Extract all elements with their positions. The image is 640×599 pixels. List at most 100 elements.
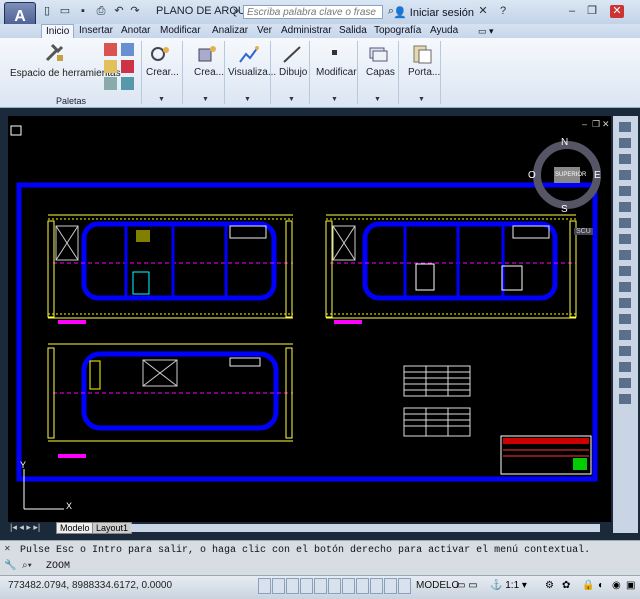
layers-button[interactable]: Capas <box>366 67 395 78</box>
clean-screen-icon[interactable]: ▣ <box>626 580 635 591</box>
hardware-acceleration-icon[interactable]: ◐ <box>598 580 604 591</box>
ortho-toggle[interactable] <box>286 578 299 594</box>
right-scroll-track[interactable] <box>613 418 638 522</box>
layout-nav-arrows[interactable]: |◂ ◂ ▸ ▸| <box>10 522 40 533</box>
lineweight-toggle[interactable] <box>370 578 383 594</box>
help-icon[interactable]: ? <box>496 5 510 18</box>
draw-button[interactable]: Dibujo <box>279 67 307 78</box>
create-block-button[interactable]: Crea... <box>194 67 224 78</box>
print-icon[interactable]: ⎙ <box>94 5 108 18</box>
create-block-icon[interactable] <box>196 44 218 64</box>
dyn-toggle[interactable] <box>356 578 369 594</box>
drawing-canvas[interactable]: Y X N S E O SUPERIOR SCU – ❐ ✕ <box>8 116 611 533</box>
canvas-close-icon[interactable]: ✕ <box>602 119 610 130</box>
create-dropdown-icon[interactable]: ▼ <box>158 96 165 103</box>
exchange-icon[interactable]: ✕ <box>476 5 490 18</box>
viewcube-south[interactable]: S <box>561 204 568 215</box>
polar-toggle[interactable] <box>300 578 313 594</box>
tab-administrar[interactable]: Administrar <box>281 24 332 38</box>
quick-properties-toggle[interactable] <box>398 578 411 594</box>
ribbon-options-icon[interactable]: ▭ ▾ <box>478 24 494 38</box>
search-arrow-icon[interactable]: » <box>229 5 243 18</box>
tab-insertar[interactable]: Insertar <box>79 24 113 38</box>
panel-separator <box>182 41 183 104</box>
visualize-icon[interactable] <box>238 44 260 64</box>
close-icon[interactable]: ✕ <box>610 5 624 18</box>
command-search-icon[interactable]: ⌕▾ <box>22 560 32 571</box>
viewcube-face[interactable]: SUPERIOR <box>555 172 586 178</box>
visualize-dropdown-icon[interactable]: ▼ <box>244 96 251 103</box>
tab-layout1[interactable]: Layout1 <box>92 522 133 534</box>
open-folder-icon[interactable]: ▭ <box>58 5 72 18</box>
sign-in-button[interactable]: 👤 Iniciar sesión <box>393 6 474 19</box>
viewcube-north[interactable]: N <box>561 137 568 148</box>
grid-toggle[interactable] <box>272 578 285 594</box>
palettes-mini-icons <box>103 42 139 92</box>
command-input[interactable]: ZOOM <box>46 561 70 572</box>
create-button[interactable]: Crear... <box>146 67 179 78</box>
create-icon[interactable] <box>150 44 172 64</box>
draw-dropdown-icon[interactable]: ▼ <box>288 96 295 103</box>
snap-toggle[interactable] <box>258 578 271 594</box>
panel-separator <box>270 41 271 104</box>
layers-dropdown-icon[interactable]: ▼ <box>374 96 381 103</box>
create-block-dropdown-icon[interactable]: ▼ <box>202 96 209 103</box>
tab-ver[interactable]: Ver <box>257 24 272 38</box>
tab-anotar[interactable]: Anotar <box>121 24 150 38</box>
tab-analizar[interactable]: Analizar <box>212 24 248 38</box>
modify-icon[interactable] <box>324 44 346 64</box>
modify-dropdown-icon[interactable]: ▼ <box>331 96 338 103</box>
minimize-icon[interactable]: – <box>565 5 579 18</box>
canvas-minimize-icon[interactable]: – <box>582 119 587 129</box>
tool-palettes-icon[interactable] <box>44 42 66 64</box>
isolate-objects-icon[interactable]: ◉ <box>612 580 621 591</box>
ucs-toggle[interactable] <box>342 578 355 594</box>
panel-separator <box>224 41 225 104</box>
model-space-button[interactable]: MODELO <box>416 580 459 591</box>
annotation-visibility-icon[interactable]: ⚙ <box>545 580 554 591</box>
draw-line-icon[interactable] <box>281 44 303 64</box>
palettes-panel-label[interactable]: Paletas <box>56 96 86 106</box>
osnap-toggle[interactable] <box>314 578 327 594</box>
visualize-button[interactable]: Visualiza... <box>228 67 276 78</box>
viewcube-east[interactable]: E <box>594 170 601 181</box>
search-input[interactable]: Escriba palabra clave o frase <box>243 5 383 19</box>
restore-icon[interactable]: ❐ <box>585 5 599 18</box>
tab-modelo[interactable]: Modelo <box>56 522 94 534</box>
viewport-icons[interactable]: ▭ ▭ <box>456 580 478 591</box>
clipboard-button[interactable]: Porta... <box>408 67 440 78</box>
wrench-icon[interactable]: 🔧 <box>4 560 16 571</box>
new-file-icon[interactable]: ▯ <box>40 5 54 18</box>
right-toolbar <box>613 116 638 416</box>
wcs-menu[interactable]: SCU <box>574 228 593 235</box>
redo-icon[interactable]: ↷ <box>128 5 142 18</box>
viewcube-west[interactable]: O <box>528 170 536 181</box>
workspace-switch-icon[interactable]: ✿ <box>562 580 570 591</box>
annotation-scale[interactable]: ⚓ 1:1 ▾ <box>490 580 527 591</box>
panel-separator <box>309 41 310 104</box>
clipboard-dropdown-icon[interactable]: ▼ <box>418 96 425 103</box>
layers-icon[interactable] <box>367 44 389 64</box>
tab-ayuda[interactable]: Ayuda <box>430 24 458 38</box>
sign-in-label: Iniciar sesión <box>409 7 474 19</box>
panel-separator <box>440 41 441 104</box>
horizontal-scrollbar[interactable] <box>130 524 600 532</box>
otrack-toggle[interactable] <box>328 578 341 594</box>
modify-button[interactable]: Modificar <box>316 67 357 78</box>
tab-salida[interactable]: Salida <box>339 24 367 38</box>
undo-icon[interactable]: ↶ <box>112 5 126 18</box>
canvas-restore-icon[interactable]: ❐ <box>592 119 600 130</box>
transparency-toggle[interactable] <box>384 578 397 594</box>
save-icon[interactable]: ▪ <box>76 5 90 18</box>
panel-separator <box>141 41 142 104</box>
panel-separator <box>398 41 399 104</box>
tab-inicio[interactable]: Inicio <box>41 24 75 39</box>
command-line-handle-icon[interactable]: ✕ <box>4 544 11 553</box>
coordinates-readout: 773482.0794, 8988334.6172, 0.0000 <box>8 580 173 591</box>
cad-drawing: Y X <box>10 125 598 511</box>
lock-icon[interactable]: 🔒 <box>582 580 594 591</box>
tab-modificar[interactable]: Modificar <box>160 24 201 38</box>
annotation-scale-value: 1:1 <box>505 580 520 591</box>
tab-topografia[interactable]: Topografía <box>374 24 421 38</box>
clipboard-icon[interactable] <box>411 44 433 64</box>
